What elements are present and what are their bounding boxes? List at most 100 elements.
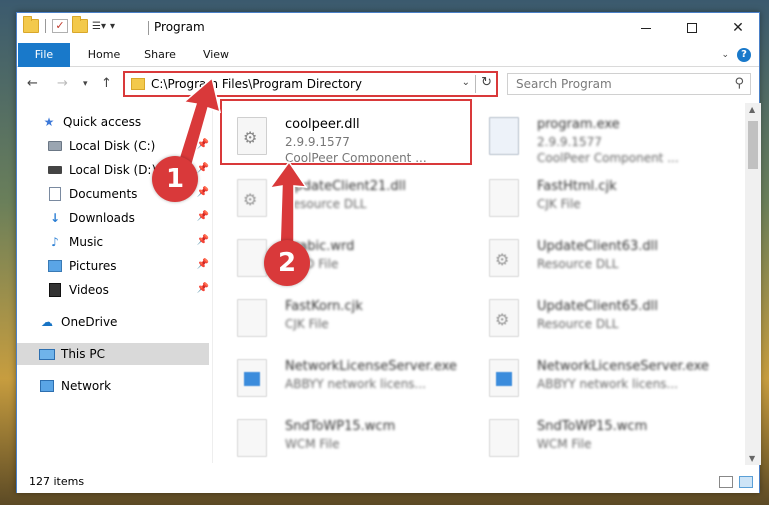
file-item[interactable]: NetworkLicenseServer.exe ABBYY network l… bbox=[223, 349, 463, 407]
pin-icon[interactable]: 📌 bbox=[197, 259, 209, 270]
pin-icon[interactable]: 📌 bbox=[197, 283, 209, 294]
ribbon-controls: ⌄ ? bbox=[721, 48, 751, 62]
file-type: Resource DLL bbox=[537, 257, 619, 271]
chevron-down-icon[interactable]: ⌄ bbox=[462, 77, 470, 88]
sidebar-item-label: Network bbox=[61, 379, 112, 393]
sidebar-item-downloads[interactable]: ↓ Downloads 📌 bbox=[17, 207, 213, 229]
file-icon bbox=[489, 179, 519, 217]
search-icon[interactable]: ⚲ bbox=[734, 76, 744, 91]
toolbar-dropdown-icon[interactable]: ▾ bbox=[110, 21, 115, 32]
file-item[interactable]: UpdateClient21.dll Resource DLL bbox=[223, 169, 463, 227]
downloads-icon: ↓ bbox=[49, 211, 61, 225]
minimize-button[interactable] bbox=[623, 13, 669, 43]
search-input[interactable]: Search Program bbox=[516, 77, 612, 91]
pin-icon[interactable]: 📌 bbox=[197, 211, 209, 222]
maximize-button[interactable] bbox=[669, 13, 715, 43]
tab-file[interactable]: File bbox=[18, 43, 70, 67]
scroll-down-icon[interactable]: ▼ bbox=[749, 454, 755, 463]
file-type: Resource DLL bbox=[285, 197, 367, 211]
pictures-icon bbox=[47, 259, 63, 273]
customize-toolbar-icon[interactable]: ☰▾ bbox=[92, 21, 106, 32]
disk-icon bbox=[47, 139, 63, 153]
pin-icon[interactable]: 📌 bbox=[197, 187, 209, 198]
file-name: UpdateClient21.dll bbox=[285, 179, 406, 194]
cloud-icon: ☁ bbox=[41, 315, 53, 329]
file-item-program-exe[interactable]: program.exe 2.9.9.1577 CoolPeer Componen… bbox=[475, 107, 715, 165]
documents-icon bbox=[47, 187, 63, 201]
sidebar-item-videos[interactable]: Videos 📌 bbox=[17, 279, 213, 301]
minimize-icon bbox=[641, 27, 651, 29]
help-icon[interactable]: ? bbox=[737, 48, 751, 62]
sidebar-item-label: Pictures bbox=[69, 259, 117, 273]
address-path[interactable]: C:\Program Files\Program Directory bbox=[151, 77, 362, 91]
tab-share[interactable]: Share bbox=[137, 43, 183, 67]
title-divider bbox=[148, 21, 149, 35]
sidebar-item-onedrive[interactable]: ☁ OneDrive bbox=[17, 311, 213, 333]
dll-gear-icon bbox=[489, 239, 519, 277]
file-type: Resource DLL bbox=[537, 317, 619, 331]
tab-home[interactable]: Home bbox=[81, 43, 127, 67]
pin-icon[interactable]: 📌 bbox=[197, 163, 209, 174]
pin-icon[interactable]: 📌 bbox=[197, 139, 209, 150]
file-item[interactable]: FastKorn.cjk CJK File bbox=[223, 289, 463, 347]
file-item[interactable]: FastHtml.cjk CJK File bbox=[475, 169, 715, 227]
properties-icon[interactable]: ✓ bbox=[52, 19, 68, 33]
file-icon bbox=[237, 299, 267, 337]
file-item[interactable]: UpdateClient65.dll Resource DLL bbox=[475, 289, 715, 347]
forward-button[interactable]: → bbox=[57, 76, 68, 91]
sidebar-item-pictures[interactable]: Pictures 📌 bbox=[17, 255, 213, 277]
network-icon bbox=[39, 379, 55, 393]
scroll-up-icon[interactable]: ▲ bbox=[749, 105, 755, 114]
sidebar-item-label: Quick access bbox=[63, 115, 142, 129]
sidebar-item-network[interactable]: Network bbox=[17, 375, 213, 397]
back-button[interactable]: ← bbox=[27, 76, 38, 91]
status-bar: 127 items bbox=[17, 471, 759, 493]
disk-icon bbox=[47, 163, 63, 177]
highlight-box bbox=[220, 99, 472, 165]
music-icon: ♪ bbox=[51, 235, 59, 249]
file-name: FastHtml.cjk bbox=[537, 179, 617, 194]
file-item[interactable]: UpdateClient63.dll Resource DLL bbox=[475, 229, 715, 287]
file-type: CJK File bbox=[285, 317, 329, 331]
pin-icon[interactable]: 📌 bbox=[197, 235, 209, 246]
file-item[interactable]: Arabic.wrd WRD File bbox=[223, 229, 463, 287]
callout-step-1: 1 bbox=[152, 156, 198, 202]
new-folder-icon[interactable] bbox=[72, 16, 88, 33]
expand-ribbon-icon[interactable]: ⌄ bbox=[721, 50, 729, 60]
vertical-scrollbar[interactable]: ▲ ▼ bbox=[745, 103, 761, 465]
explorer-window: ✓ ☰▾ ▾ Program ✕ File Home Share View ⌄ … bbox=[16, 12, 761, 493]
navigation-bar: ← → ▾ ↑ C:\Program Files\Program Directo… bbox=[17, 68, 759, 100]
close-button[interactable]: ✕ bbox=[715, 13, 761, 43]
sidebar-item-local-disk-c[interactable]: Local Disk (C:) 📌 bbox=[17, 135, 213, 157]
file-name: NetworkLicenseServer.exe bbox=[537, 359, 709, 374]
sidebar-item-label: Videos bbox=[69, 283, 109, 297]
folder-icon bbox=[23, 16, 39, 33]
file-type: ABBYY network licens... bbox=[285, 377, 426, 391]
recent-locations-button[interactable]: ▾ bbox=[83, 79, 88, 89]
sidebar-item-label: OneDrive bbox=[61, 315, 118, 329]
dll-gear-icon bbox=[237, 179, 267, 217]
file-description: CoolPeer Component ... bbox=[537, 151, 679, 165]
up-button[interactable]: ↑ bbox=[101, 76, 112, 91]
refresh-icon[interactable]: ↻ bbox=[481, 75, 492, 90]
sidebar-item-quick-access[interactable]: ★ Quick access bbox=[17, 111, 213, 133]
scroll-thumb[interactable] bbox=[748, 121, 758, 169]
maximize-icon bbox=[687, 23, 697, 33]
tab-view[interactable]: View bbox=[193, 43, 239, 67]
search-box[interactable]: Search Program ⚲ bbox=[507, 73, 751, 95]
sidebar-item-label: Downloads bbox=[69, 211, 135, 225]
quick-access-toolbar: ✓ ☰▾ ▾ bbox=[23, 16, 115, 33]
sidebar-item-this-pc[interactable]: This PC bbox=[17, 343, 209, 365]
file-name: SndToWP15.wcm bbox=[537, 419, 648, 434]
sidebar-item-music[interactable]: ♪ Music 📌 bbox=[17, 231, 213, 253]
file-item[interactable]: SndToWP15.wcm WCM File bbox=[223, 409, 463, 465]
large-icons-view-icon[interactable] bbox=[739, 476, 753, 488]
details-view-icon[interactable] bbox=[719, 476, 733, 488]
sidebar-item-label: Local Disk (C:) bbox=[69, 139, 156, 153]
file-item[interactable]: NetworkLicenseServer.exe ABBYY network l… bbox=[475, 349, 715, 407]
address-bar[interactable]: C:\Program Files\Program Directory ⌄ ↻ bbox=[123, 71, 498, 97]
exe-icon bbox=[489, 117, 519, 155]
item-count: 127 items bbox=[29, 475, 85, 488]
folder-icon bbox=[131, 78, 145, 90]
file-item[interactable]: SndToWP15.wcm WCM File bbox=[475, 409, 715, 465]
